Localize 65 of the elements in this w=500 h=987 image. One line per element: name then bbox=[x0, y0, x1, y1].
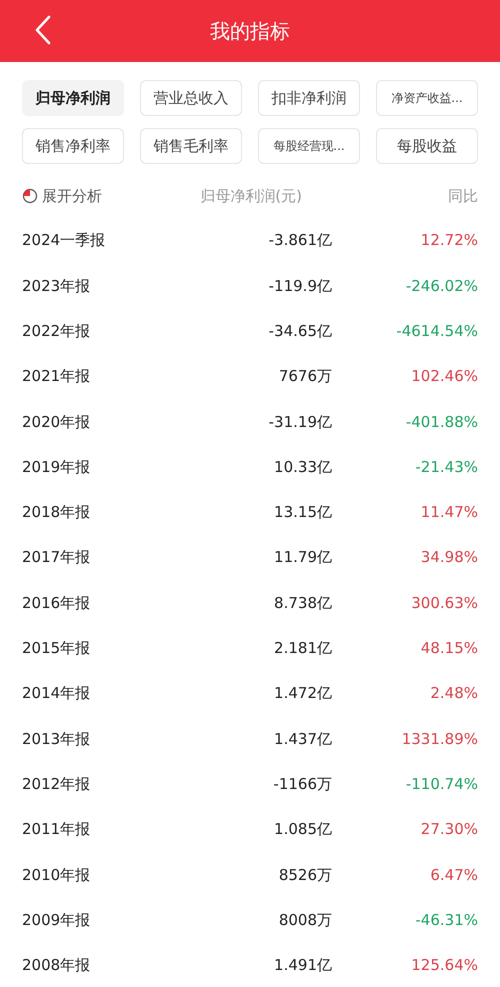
page-title: 我的指标 bbox=[210, 18, 290, 45]
period-cell-text: 2013年报 bbox=[22, 728, 92, 750]
change-cell-text: -401.88% bbox=[404, 412, 478, 433]
value-cell-text: -34.65亿 bbox=[268, 320, 332, 342]
period-cell-text: 2021年报 bbox=[22, 366, 92, 388]
change-cell-text: 300.63% bbox=[410, 592, 478, 614]
period-cell-text: 2011年报 bbox=[22, 819, 92, 840]
change-cell-text: -21.43% bbox=[414, 456, 478, 478]
change-cell-text: -246.02% bbox=[404, 276, 478, 297]
change-cell-text: -46.31% bbox=[414, 910, 478, 931]
period-cell-text: 2009年报 bbox=[22, 910, 92, 931]
change-cell-text: 11.47% bbox=[420, 502, 478, 524]
change-cell-text: 27.30% bbox=[420, 819, 478, 840]
change-cell-text: 2.48% bbox=[429, 683, 478, 704]
change-cell-text: -4614.54% bbox=[395, 320, 478, 342]
change-cell-text: 125.64% bbox=[410, 955, 478, 976]
period-cell-text: 2008年报 bbox=[22, 955, 92, 976]
metric-tab[interactable]: 每股收益 bbox=[376, 128, 478, 164]
change-cell-text: 12.72% bbox=[420, 230, 478, 252]
period-cell-text: 2014年报 bbox=[22, 683, 92, 704]
metric-tab[interactable]: 销售毛利率 bbox=[140, 128, 242, 164]
value-cell-text: 8008万 bbox=[278, 910, 332, 931]
expand-analysis-link[interactable]: 展开分析 bbox=[42, 184, 152, 208]
period-cell-text: 2023年报 bbox=[22, 276, 92, 297]
metric-tab[interactable]: 营业总收入 bbox=[140, 80, 242, 116]
back-icon[interactable] bbox=[34, 15, 52, 45]
period-cell-text: 2019年报 bbox=[22, 456, 92, 478]
period-cell-text: 2016年报 bbox=[22, 592, 92, 614]
period-cell-text: 2012年报 bbox=[22, 774, 92, 795]
change-cell-text: -110.74% bbox=[404, 774, 478, 795]
change-cell-text: 102.46% bbox=[410, 366, 478, 388]
metric-tab[interactable]: 归母净利润 bbox=[22, 80, 124, 116]
value-cell-text: 8.738亿 bbox=[273, 592, 332, 614]
metric-tab[interactable]: 销售净利率 bbox=[22, 128, 124, 164]
value-cell-text: -119.9亿 bbox=[268, 276, 332, 297]
change-cell-text: 48.15% bbox=[420, 638, 478, 660]
value-cell-text: 1.472亿 bbox=[273, 683, 332, 704]
column-header: 归母净利润(元) bbox=[199, 186, 303, 207]
pie-chart-icon bbox=[22, 188, 38, 204]
value-cell-text: 2.181亿 bbox=[273, 638, 332, 660]
metric-tab[interactable]: 净资产收益... bbox=[376, 80, 478, 116]
value-cell-text: 13.15亿 bbox=[273, 502, 332, 524]
value-cell-text: -31.19亿 bbox=[268, 412, 332, 433]
value-cell-text: 1.491亿 bbox=[273, 955, 332, 976]
period-cell-text: 2024一季报 bbox=[22, 230, 106, 252]
value-cell-text: 1.437亿 bbox=[273, 728, 332, 750]
change-cell-text: 6.47% bbox=[429, 864, 478, 886]
period-cell-text: 2022年报 bbox=[22, 320, 92, 342]
period-cell-text: 2010年报 bbox=[22, 864, 92, 886]
value-cell-text: 10.33亿 bbox=[273, 456, 332, 478]
value-cell-text: 7676万 bbox=[278, 366, 332, 388]
period-cell-text: 2015年报 bbox=[22, 638, 92, 660]
metric-tab[interactable]: 每股经营现... bbox=[258, 128, 360, 164]
metric-tab[interactable]: 扣非净利润 bbox=[258, 80, 360, 116]
column-header: 同比 bbox=[448, 186, 478, 207]
period-cell-text: 2020年报 bbox=[22, 412, 92, 433]
period-cell-text: 2018年报 bbox=[22, 502, 92, 524]
change-cell-text: 34.98% bbox=[420, 547, 478, 568]
change-cell-text: 1331.89% bbox=[400, 728, 478, 750]
period-cell-text: 2017年报 bbox=[22, 547, 92, 568]
value-cell-text: 11.79亿 bbox=[273, 547, 332, 568]
value-cell-text: 8526万 bbox=[278, 864, 332, 886]
value-cell-text: -1166万 bbox=[272, 774, 332, 795]
value-cell-text: -3.861亿 bbox=[268, 230, 332, 252]
value-cell-text: 1.085亿 bbox=[273, 819, 332, 840]
